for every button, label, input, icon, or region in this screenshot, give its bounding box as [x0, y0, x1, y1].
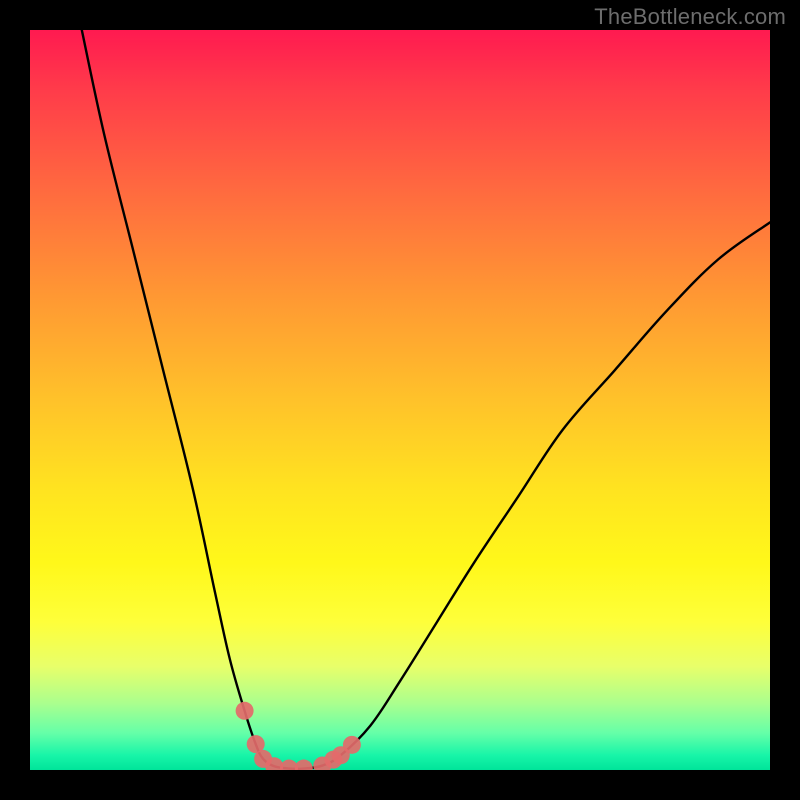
- marker-point: [295, 760, 313, 770]
- marker-point: [236, 702, 254, 720]
- watermark-text: TheBottleneck.com: [594, 4, 786, 30]
- marker-group: [236, 702, 361, 770]
- plot-area: [30, 30, 770, 770]
- chart-container: TheBottleneck.com: [0, 0, 800, 800]
- marker-point: [343, 736, 361, 754]
- bottleneck-curve: [82, 30, 770, 769]
- curve-layer: [30, 30, 770, 770]
